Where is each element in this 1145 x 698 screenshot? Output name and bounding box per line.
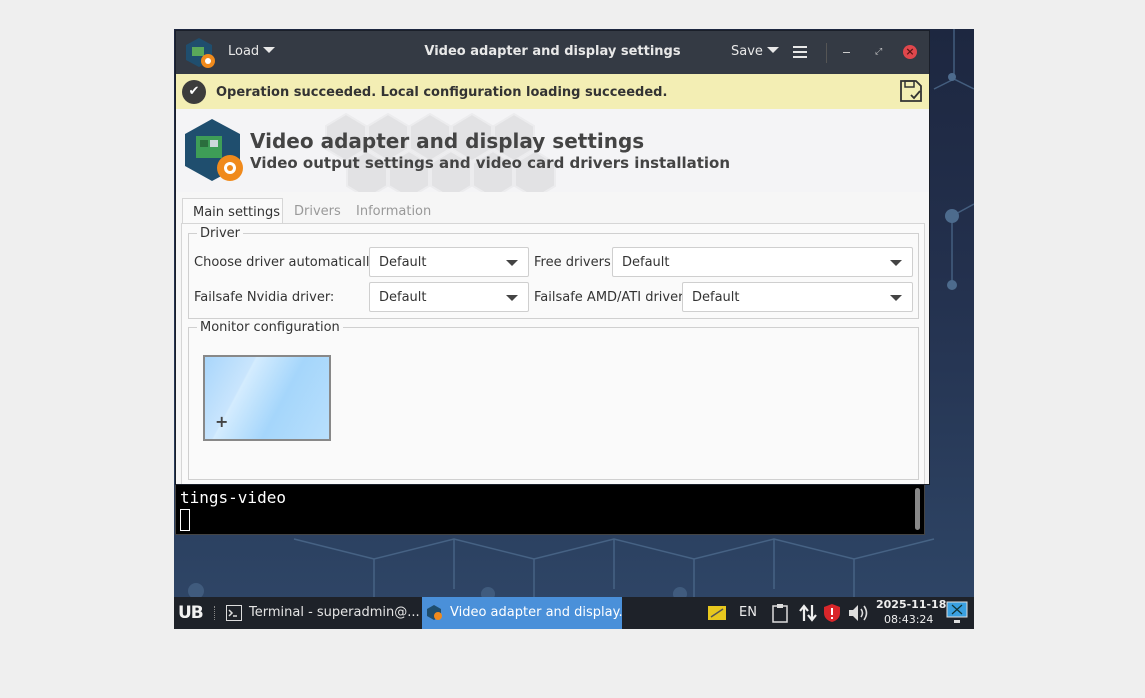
status-notice-bar: ✔ Operation succeeded. Local configurati… — [176, 74, 929, 109]
chevron-down-icon — [506, 260, 518, 266]
driver-group-legend: Driver — [200, 226, 241, 241]
auto-driver-value: Default — [379, 255, 427, 270]
clipboard-icon[interactable] — [771, 603, 789, 623]
monitor-config-legend: Monitor configuration — [200, 320, 340, 335]
nvidia-driver-select[interactable]: Default — [369, 282, 529, 312]
task-terminal[interactable]: Terminal - superadmin@... — [221, 597, 421, 629]
network-icon[interactable] — [798, 603, 818, 623]
tab-information[interactable]: Information — [346, 198, 441, 225]
saved-config-icon[interactable] — [899, 79, 923, 104]
chevron-down-icon — [890, 260, 902, 266]
settings-window: Load Video adapter and display settings … — [175, 30, 930, 485]
terminal-scrollbar[interactable] — [915, 488, 920, 530]
success-check-icon: ✔ — [182, 80, 206, 104]
keyboard-layout-indicator[interactable]: EN — [739, 605, 757, 620]
save-button[interactable]: Save — [731, 44, 779, 59]
nvidia-driver-label: Failsafe Nvidia driver: — [194, 290, 335, 305]
amd-driver-value: Default — [692, 290, 740, 305]
video-adapter-icon — [185, 119, 243, 181]
nvidia-driver-value: Default — [379, 290, 427, 305]
terminal-output: tings-video — [180, 488, 286, 507]
notice-text: Operation succeeded. Local configuration… — [216, 85, 668, 100]
volume-icon[interactable] — [847, 603, 871, 623]
taskbar-handle — [214, 606, 217, 620]
settings-app-icon — [427, 605, 442, 620]
tab-drivers[interactable]: Drivers — [284, 198, 351, 225]
tab-main-settings[interactable]: Main settings — [182, 198, 283, 225]
terminal-cursor — [180, 509, 190, 531]
free-drivers-select[interactable]: Default — [612, 247, 913, 277]
chevron-down-icon — [506, 295, 518, 301]
auto-driver-select[interactable]: Default — [369, 247, 529, 277]
minimize-icon[interactable] — [843, 52, 850, 53]
auto-driver-label: Choose driver automatically: — [194, 255, 381, 270]
free-drivers-label: Free drivers: — [534, 255, 616, 270]
page-subtitle: Video output settings and video card dri… — [250, 154, 731, 172]
amd-driver-select[interactable]: Default — [682, 282, 913, 312]
terminal-window[interactable]: tings-video — [175, 484, 925, 535]
notes-icon[interactable] — [707, 603, 727, 623]
window-title: Video adapter and display settings — [424, 44, 681, 59]
restore-icon[interactable]: ⤢ — [875, 48, 883, 57]
clock-time[interactable]: 08:43:24 — [884, 613, 933, 626]
terminal-icon — [226, 605, 242, 621]
amd-driver-label: Failsafe AMD/ATI driver: — [534, 290, 688, 305]
taskbar: UB Terminal - superadmin@... Video adapt… — [174, 597, 974, 629]
save-label: Save — [731, 44, 763, 59]
chevron-down-icon — [890, 295, 902, 301]
start-menu-button[interactable]: UB — [178, 603, 204, 623]
page-title: Video adapter and display settings — [250, 129, 645, 153]
task-terminal-label: Terminal - superadmin@... — [249, 605, 420, 620]
monitor-display[interactable]: + — [203, 355, 331, 441]
add-monitor-icon[interactable]: + — [215, 412, 228, 431]
menu-icon[interactable] — [793, 46, 807, 58]
title-bar[interactable]: Load Video adapter and display settings … — [176, 31, 929, 74]
task-video-settings-label: Video adapter and display... — [450, 605, 622, 620]
task-video-settings[interactable]: Video adapter and display... — [422, 597, 622, 629]
shield-icon[interactable] — [823, 603, 841, 623]
chevron-down-icon — [766, 47, 779, 53]
main-settings-panel: Driver Choose driver automatically: Defa… — [181, 223, 925, 484]
clock-date[interactable]: 2025-11-18 — [876, 598, 946, 611]
screen-icon[interactable] — [946, 601, 968, 625]
titlebar-separator — [826, 43, 827, 63]
header-banner: Video adapter and display settings Video… — [176, 109, 929, 192]
monitor-config-group: Monitor configuration + — [188, 320, 919, 480]
free-drivers-value: Default — [622, 255, 670, 270]
close-icon[interactable]: × — [903, 45, 917, 59]
